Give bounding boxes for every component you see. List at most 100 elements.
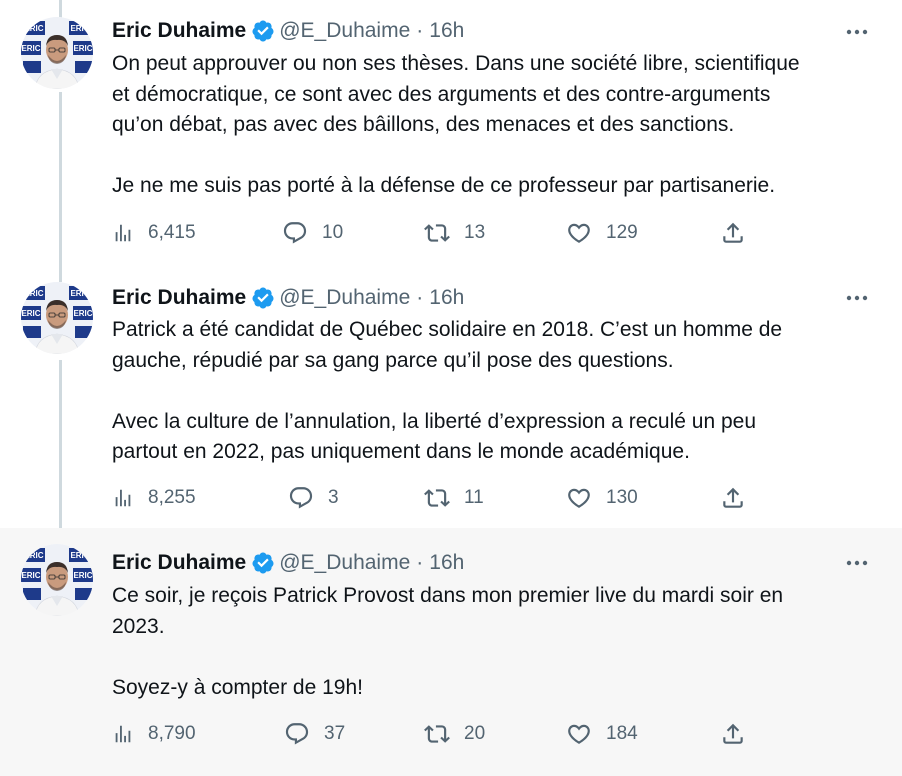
more-options-button[interactable] [842, 553, 872, 573]
svg-text:ERIC: ERIC [70, 289, 89, 298]
tweet-actions: 8,790 37 20 184 [112, 719, 772, 749]
reply-bubble-icon [283, 222, 307, 244]
text-line: partout en 2022, pas uniquement dans le … [112, 440, 690, 463]
tweet-time[interactable]: 16h [429, 19, 464, 43]
text-line: Je ne me suis pas porté à la défense de … [112, 174, 776, 197]
text-line: Soyez-y à compter de 19h! [112, 675, 363, 699]
reply-bubble-icon [285, 723, 309, 745]
svg-text:ERIC: ERIC [24, 551, 43, 560]
separator-dot: · [416, 19, 424, 42]
views-chart-icon [112, 723, 134, 745]
more-options-button[interactable] [842, 288, 872, 308]
separator-dot: · [416, 551, 424, 574]
author-handle[interactable]: @E_Duhaime [279, 551, 410, 575]
retweet-count: 13 [464, 222, 486, 243]
avatar[interactable]: ERIC ERIC ERIC ERIC [21, 544, 93, 616]
retweet-icon [424, 725, 450, 743]
text-line: qu’on débat, pas avec des bâillons, des … [112, 113, 735, 136]
avatar[interactable]: ERIC ERIC ERIC ERIC [21, 282, 93, 354]
more-dots-icon [846, 29, 868, 35]
author-name[interactable]: Eric Duhaime [112, 551, 246, 575]
share-icon [720, 721, 746, 747]
share-button[interactable] [720, 218, 746, 248]
share-button[interactable] [720, 483, 746, 513]
retweet-count: 20 [464, 723, 486, 744]
reply-count: 37 [324, 723, 346, 744]
share-icon [720, 485, 746, 511]
text-line: gauche, répudié par sa gang parce qu’il … [112, 348, 674, 372]
heart-icon [568, 223, 590, 243]
like-button[interactable]: 130 [566, 483, 638, 513]
share-icon [720, 220, 746, 246]
verified-badge-icon [251, 551, 275, 575]
tweet-header: Eric Duhaime @E_Duhaime · 16h [112, 549, 464, 577]
text-line: On peut approuver ou non ses thèses. Dan… [112, 52, 800, 75]
reply-bubble-icon [289, 487, 313, 509]
tweet-text: Patrick a été candidat de Québec solidai… [112, 315, 872, 468]
heart-icon [568, 724, 590, 744]
author-name[interactable]: Eric Duhaime [112, 19, 246, 43]
reply-bubble-icon [288, 485, 314, 511]
views-count: 6,415 [148, 222, 196, 243]
svg-text:ERIC: ERIC [73, 309, 92, 318]
author-handle[interactable]: @E_Duhaime [279, 286, 410, 310]
verified-badge-icon [251, 286, 275, 310]
share-icon [723, 487, 743, 508]
author-handle[interactable]: @E_Duhaime [279, 19, 410, 43]
views-count: 8,790 [148, 723, 196, 744]
retweet-icon [424, 485, 450, 511]
reply-count: 10 [322, 222, 344, 243]
like-button[interactable]: 184 [566, 719, 638, 749]
avatar-image: ERIC ERIC ERIC ERIC [21, 17, 93, 89]
share-button[interactable] [720, 719, 746, 749]
svg-text:ERIC: ERIC [73, 44, 92, 53]
retweet-button[interactable]: 20 [424, 719, 485, 749]
reply-button[interactable]: 3 [288, 483, 339, 513]
heart-icon [568, 488, 590, 508]
svg-text:ERIC: ERIC [24, 289, 43, 298]
text-line: 2023. [112, 614, 165, 638]
share-icon [723, 222, 743, 243]
svg-text:ERIC: ERIC [70, 24, 89, 33]
verified-badge-icon [251, 19, 275, 43]
views-chart-icon [115, 725, 131, 743]
tweet-text: Ce soir, je reçois Patrick Provost dans … [112, 581, 872, 703]
share-icon [723, 723, 743, 744]
views-button[interactable]: 8,790 [112, 719, 196, 749]
heart-icon [566, 721, 592, 747]
avatar[interactable]: ERIC ERIC ERIC ERIC [21, 17, 93, 89]
text-line: Patrick a été candidat de Québec solidai… [112, 318, 783, 341]
views-chart-icon [112, 222, 134, 244]
tweet[interactable]: ERIC ERIC ERIC ERIC Eric Duhaime @E_Duha… [0, 0, 902, 265]
retweet-button[interactable]: 11 [424, 483, 484, 513]
like-count: 184 [606, 723, 638, 744]
like-button[interactable]: 129 [566, 218, 638, 248]
views-button[interactable]: 8,255 [112, 483, 196, 513]
separator-dot: · [416, 286, 424, 309]
tweet-actions: 8,255 3 11 130 [112, 483, 772, 513]
views-button[interactable]: 6,415 [112, 218, 196, 248]
heart-icon [566, 485, 592, 511]
more-options-button[interactable] [842, 22, 872, 42]
reply-button[interactable]: 10 [282, 218, 343, 248]
svg-text:ERIC: ERIC [21, 44, 40, 53]
retweet-count: 11 [464, 487, 484, 508]
tweet-time[interactable]: 16h [429, 286, 464, 310]
heart-icon [566, 220, 592, 246]
views-chart-icon [115, 489, 131, 507]
author-name[interactable]: Eric Duhaime [112, 286, 246, 310]
retweet-icon [424, 489, 450, 507]
tweet[interactable]: ERIC ERIC ERIC ERIC Eric Duhaime @E_Duha… [0, 265, 902, 528]
tweet[interactable]: ERIC ERIC ERIC ERIC Eric Duhaime @E_Duha… [0, 528, 902, 776]
tweet-time[interactable]: 16h [429, 551, 464, 575]
views-count: 8,255 [148, 487, 196, 508]
text-line: Ce soir, je reçois Patrick Provost dans … [112, 584, 784, 607]
reply-button[interactable]: 37 [284, 719, 345, 749]
more-dots-icon [846, 560, 868, 566]
text-line: Avec la culture de l’annulation, la libe… [112, 409, 757, 433]
views-chart-icon [112, 487, 134, 509]
retweet-button[interactable]: 13 [424, 218, 485, 248]
retweet-icon [424, 220, 450, 246]
retweet-icon [424, 721, 450, 747]
tweet-header: Eric Duhaime @E_Duhaime · 16h [112, 17, 464, 45]
